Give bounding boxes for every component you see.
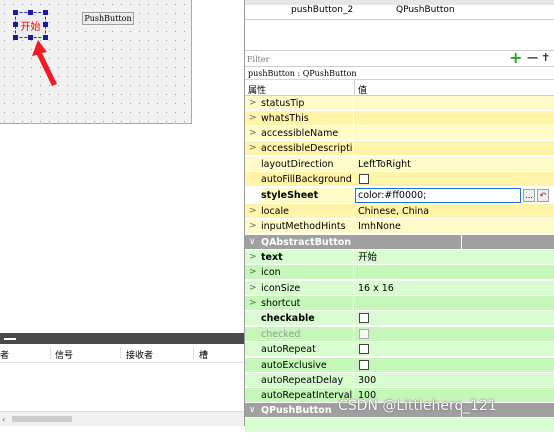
prop-row-checked[interactable]: checked xyxy=(245,327,554,342)
prop-row-inputmethodhints[interactable]: > inputMethodHints ImhNone xyxy=(245,219,554,234)
prop-row-layoutdirection[interactable]: layoutDirection LeftToRight xyxy=(245,157,554,172)
remove-connection-icon[interactable] xyxy=(4,338,16,340)
expand-arrow-icon[interactable]: > xyxy=(249,96,257,111)
expand-arrow-icon[interactable]: > xyxy=(249,111,257,126)
prop-row-text[interactable]: > text 开始 xyxy=(245,250,554,265)
scroll-left-icon[interactable]: ‹ xyxy=(2,415,5,424)
section-qabstractbutton[interactable]: ∨ QAbstractButton xyxy=(245,235,554,250)
col-divider xyxy=(120,347,121,359)
red-arrow-annotation xyxy=(32,40,57,86)
prop-row-autorepeatdelay[interactable]: autoRepeatDelay 300 xyxy=(245,373,554,388)
signal-slot-toolbar xyxy=(0,333,244,344)
prop-row-icon[interactable]: > icon xyxy=(245,265,554,280)
resize-handle-l[interactable] xyxy=(13,22,18,27)
resize-handle-tr[interactable] xyxy=(43,10,48,15)
checkable-checkbox[interactable] xyxy=(359,313,369,323)
object-inspector: pushButton_2 QPushButton xyxy=(245,0,554,20)
start-button-label: 开始 xyxy=(20,21,41,33)
pushbutton-2-label: PushButton xyxy=(84,14,132,23)
prop-row-locale[interactable]: > locale Chinese, China xyxy=(245,204,554,219)
expand-arrow-icon[interactable]: > xyxy=(249,219,257,234)
configure-wrench-icon[interactable]: ✝ xyxy=(541,51,550,64)
col-receiver: 接收者 xyxy=(126,351,154,361)
prop-row-accessiblename[interactable]: > accessibleName xyxy=(245,126,554,141)
col-signal: 信号 xyxy=(55,351,74,361)
expand-arrow-icon[interactable]: > xyxy=(249,281,257,296)
filter-input[interactable] xyxy=(247,52,502,66)
object-class: QPushButton xyxy=(396,5,455,15)
resize-handle-tl[interactable] xyxy=(13,10,18,15)
resize-handle-r[interactable] xyxy=(43,22,48,27)
resize-handle-t[interactable] xyxy=(28,10,33,15)
expand-arrow-icon[interactable]: > xyxy=(249,250,257,265)
autofill-checkbox[interactable] xyxy=(359,174,369,184)
col-divider xyxy=(50,347,51,359)
prop-row-statustip[interactable]: > statusTip xyxy=(245,96,554,111)
collapse-arrow-icon[interactable]: ∨ xyxy=(249,403,256,418)
resize-handle-bl[interactable] xyxy=(13,35,18,40)
col-slot: 槽 xyxy=(199,351,209,361)
expand-arrow-icon[interactable]: > xyxy=(249,141,257,156)
expand-arrow-icon[interactable]: > xyxy=(249,126,257,141)
signal-slot-header: 者 信号 接收者 槽 xyxy=(0,344,244,363)
collapse-arrow-icon[interactable]: ∨ xyxy=(249,235,256,250)
prop-row-whatsthis[interactable]: > whatsThis xyxy=(245,111,554,126)
reset-arrow-icon[interactable]: ↶ xyxy=(537,189,549,202)
col-divider xyxy=(193,347,194,359)
object-name: pushButton_2 xyxy=(291,5,354,15)
header-value: 值 xyxy=(358,86,368,96)
prop-row-checkable[interactable]: checkable xyxy=(245,311,554,326)
prop-row-accessibledescription[interactable]: > accessibleDescripti... xyxy=(245,141,554,156)
prop-row-stylesheet[interactable]: styleSheet color:#ff0000; ... ↶ xyxy=(245,188,554,203)
stylesheet-more-button[interactable]: ... xyxy=(523,189,535,202)
filter-bar: + − ✝ xyxy=(245,48,554,67)
remove-property-icon[interactable]: − xyxy=(526,48,539,67)
form-canvas[interactable]: 开始 PushButton xyxy=(0,0,192,124)
watermark: CSDN @Littlehero_121 xyxy=(338,398,497,414)
prop-row-iconsize[interactable]: > iconSize 16 x 16 xyxy=(245,281,554,296)
property-header: 属性 值 xyxy=(245,80,554,96)
autorepeat-checkbox[interactable] xyxy=(359,344,369,354)
scroll-thumb[interactable] xyxy=(12,416,72,422)
stylesheet-editor-input[interactable]: color:#ff0000; xyxy=(355,188,521,203)
table-row[interactable]: pushButton_2 QPushButton xyxy=(245,5,554,15)
prop-row-autoexclusive[interactable]: autoExclusive xyxy=(245,358,554,373)
selected-object-info: pushButton : QPushButton xyxy=(245,67,554,80)
autoexclusive-checkbox[interactable] xyxy=(359,360,369,370)
col-sender: 者 xyxy=(0,351,10,361)
checked-checkbox xyxy=(359,329,369,339)
add-property-icon[interactable]: + xyxy=(509,48,522,67)
expand-arrow-icon[interactable]: > xyxy=(249,265,257,280)
expand-arrow-icon[interactable]: > xyxy=(249,204,257,219)
header-divider xyxy=(354,80,355,96)
prop-row-autofillbackground[interactable]: autoFillBackground xyxy=(245,172,554,187)
expand-arrow-icon[interactable]: > xyxy=(249,296,257,311)
header-property: 属性 xyxy=(248,86,267,96)
horizontal-scrollbar[interactable]: ‹ xyxy=(0,411,244,426)
pushbutton-2[interactable]: PushButton xyxy=(82,12,134,25)
prop-row-shortcut[interactable]: > shortcut xyxy=(245,296,554,311)
prop-row-autorepeat[interactable]: autoRepeat xyxy=(245,342,554,357)
property-editor: > statusTip > whatsThis > accessibleName… xyxy=(245,96,554,433)
